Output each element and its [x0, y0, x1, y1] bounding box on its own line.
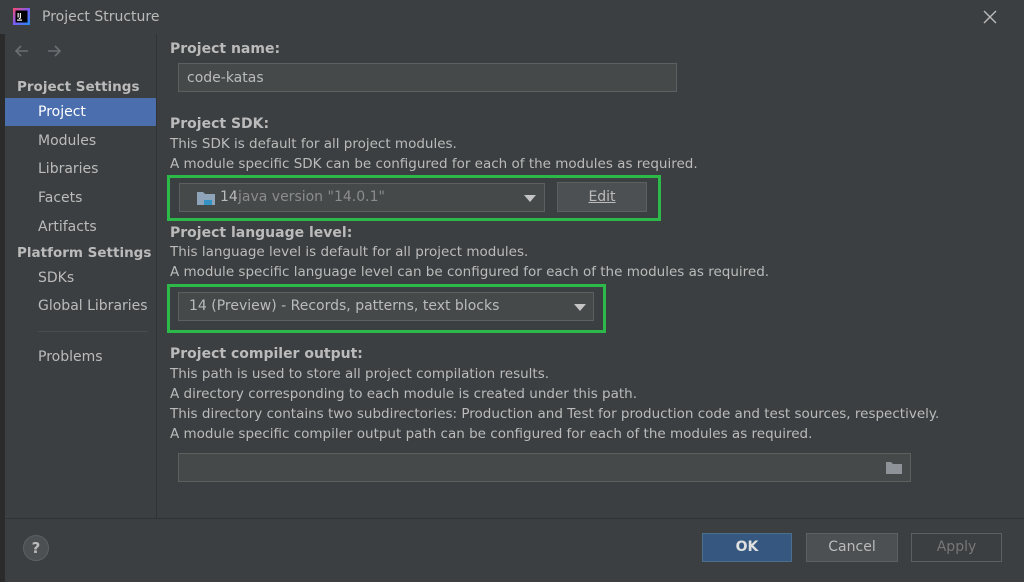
platform-settings-header: Platform Settings: [17, 245, 152, 261]
language-level-dropdown[interactable]: 14 (Preview) - Records, patterns, text b…: [178, 292, 594, 321]
project-settings-header: Project Settings: [17, 79, 140, 95]
edit-sdk-button[interactable]: Edit: [557, 182, 647, 212]
back-arrow-icon[interactable]: [13, 42, 31, 60]
sdk-folder-icon: [197, 192, 215, 205]
forward-arrow-icon[interactable]: [45, 42, 63, 60]
sidebar-item-sdks[interactable]: SDKs: [5, 264, 156, 292]
sidebar-item-label: Facets: [38, 190, 83, 206]
sidebar-item-artifacts[interactable]: Artifacts: [5, 213, 156, 241]
language-level-value: 14 (Preview) - Records, patterns, text b…: [189, 298, 500, 314]
sidebar-item-libraries[interactable]: Libraries: [5, 155, 156, 183]
sidebar-item-project[interactable]: Project: [5, 98, 156, 126]
close-icon[interactable]: [982, 9, 998, 25]
sidebar-item-modules[interactable]: Modules: [5, 127, 156, 155]
ok-button[interactable]: OK: [702, 533, 792, 562]
compiler-output-description-4: A module specific compiler output path c…: [170, 426, 813, 442]
browse-folder-icon[interactable]: [885, 460, 903, 475]
compiler-output-description-2: A directory corresponding to each module…: [170, 386, 638, 402]
sidebar-item-label: Project: [38, 104, 86, 120]
sidebar-item-facets[interactable]: Facets: [5, 184, 156, 212]
intellij-logo-icon: IJ: [13, 8, 30, 25]
language-level-description: This language level is default for all p…: [170, 244, 529, 260]
svg-text:IJ: IJ: [17, 13, 21, 20]
project-name-input[interactable]: [178, 63, 677, 92]
edit-button-label: Edit: [588, 189, 616, 205]
compiler-output-description-3: This directory contains two subdirectori…: [170, 406, 940, 422]
cancel-button[interactable]: Cancel: [806, 533, 898, 562]
window-title: Project Structure: [42, 9, 160, 25]
sidebar-item-label: Libraries: [38, 161, 99, 177]
chevron-down-icon: [574, 304, 586, 311]
project-sdk-label: Project SDK:: [170, 116, 270, 132]
chevron-down-icon: [524, 195, 536, 202]
sidebar-item-global-libraries[interactable]: Global Libraries: [5, 292, 156, 320]
project-sdk-dropdown[interactable]: 14 java version "14.0.1": [179, 183, 545, 212]
sdk-version: java version "14.0.1": [238, 189, 385, 205]
project-sdk-description: This SDK is default for all project modu…: [170, 136, 457, 152]
sidebar-separator: [38, 331, 148, 332]
sidebar-item-label: Artifacts: [38, 219, 97, 235]
apply-button[interactable]: Apply: [911, 533, 1002, 562]
compiler-output-description: This path is used to store all project c…: [170, 366, 550, 382]
language-level-description-2: A module specific language level can be …: [170, 264, 770, 280]
sidebar-item-label: Global Libraries: [38, 298, 148, 314]
sidebar-item-label: Modules: [38, 133, 97, 149]
help-button[interactable]: ?: [23, 535, 49, 561]
project-name-label: Project name:: [170, 41, 281, 57]
sidebar-item-problems[interactable]: Problems: [5, 343, 156, 371]
sidebar-item-label: SDKs: [38, 270, 75, 286]
compiler-output-path-input[interactable]: [178, 453, 911, 482]
sidebar-item-label: Problems: [38, 349, 103, 365]
project-sdk-description-2: A module specific SDK can be configured …: [170, 156, 698, 172]
sdk-name: 14: [220, 189, 238, 205]
language-level-label: Project language level:: [170, 225, 353, 241]
compiler-output-label: Project compiler output:: [170, 346, 363, 362]
